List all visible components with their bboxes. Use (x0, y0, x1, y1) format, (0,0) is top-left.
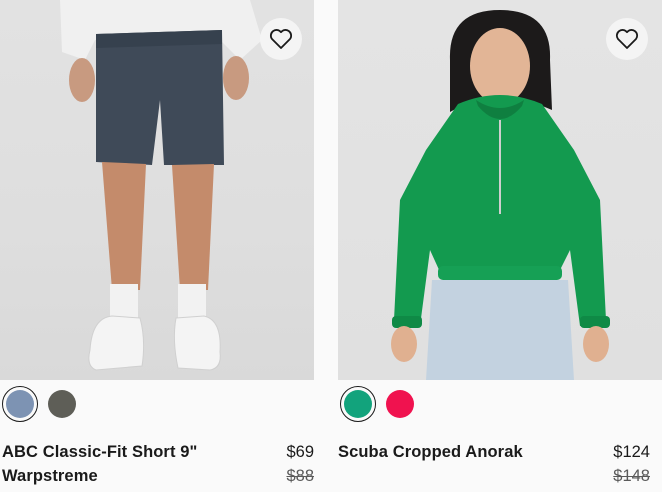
price-current: $124 (613, 443, 650, 461)
product-info: Scuba Cropped Anorak $124 $148 (338, 440, 650, 488)
product-info: ABC Classic-Fit Short 9" Warpstreme $69 … (2, 440, 314, 488)
color-swatch-gray[interactable] (44, 386, 80, 422)
color-swatch-green[interactable] (340, 386, 376, 422)
shorts-photo-illustration (60, 0, 262, 371)
swatch-color (6, 390, 34, 418)
price-block: $69 $88 (286, 440, 314, 488)
color-swatches (2, 386, 80, 422)
heart-outline-icon (615, 29, 639, 49)
price-original: $148 (613, 467, 650, 485)
swatch-color (48, 390, 76, 418)
price-current: $69 (286, 443, 314, 461)
anorak-photo-illustration (391, 10, 610, 380)
product-card[interactable]: Scuba Cropped Anorak $124 $148 (338, 0, 662, 485)
price-block: $124 $148 (613, 440, 650, 488)
color-swatch-pink[interactable] (382, 386, 418, 422)
color-swatch-blue[interactable] (2, 386, 38, 422)
swatch-color (386, 390, 414, 418)
product-card[interactable]: ABC Classic-Fit Short 9" Warpstreme $69 … (0, 0, 314, 485)
wishlist-button[interactable] (260, 18, 302, 60)
heart-outline-icon (269, 29, 293, 49)
product-image[interactable] (0, 0, 314, 380)
product-title[interactable]: ABC Classic-Fit Short 9" Warpstreme (2, 440, 222, 488)
price-original: $88 (286, 467, 314, 485)
color-swatches (340, 386, 418, 422)
wishlist-button[interactable] (606, 18, 648, 60)
product-image[interactable] (338, 0, 662, 380)
swatch-color (344, 390, 372, 418)
product-title[interactable]: Scuba Cropped Anorak (338, 440, 523, 488)
